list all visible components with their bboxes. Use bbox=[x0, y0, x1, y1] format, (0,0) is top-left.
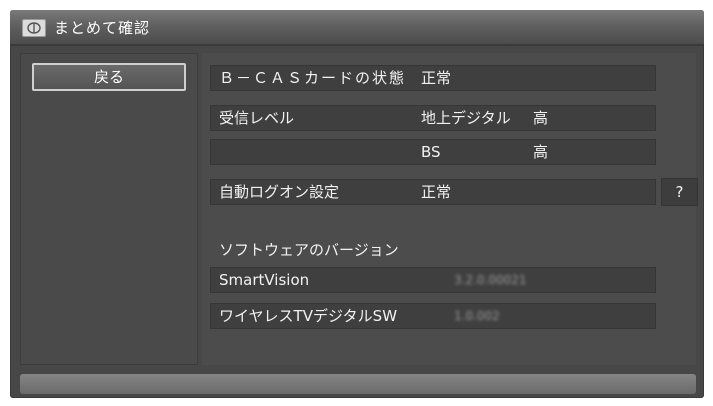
signal-level-row: 受信レベル 地上デジタル 高 bbox=[210, 105, 656, 131]
autologon-value: 正常 bbox=[421, 183, 452, 201]
signal-label: 受信レベル bbox=[219, 109, 295, 127]
disc-icon bbox=[22, 19, 46, 37]
autologon-label: 自動ログオン設定 bbox=[219, 183, 340, 201]
bcas-value: 正常 bbox=[421, 69, 452, 87]
signal-bs-row: BS 高 bbox=[210, 139, 656, 165]
version-value: 1.0.002 bbox=[454, 309, 500, 323]
sidebar: 戻る bbox=[20, 53, 198, 365]
version-name: ワイヤレスTVデジタルSW bbox=[219, 307, 398, 325]
autologon-row: 自動ログオン設定 正常 bbox=[210, 179, 656, 205]
version-row: ワイヤレスTVデジタルSW 1.0.002 bbox=[210, 303, 656, 329]
status-bar bbox=[20, 374, 696, 394]
signal-type-bs: BS bbox=[421, 143, 441, 161]
dialog-window: まとめて確認 戻る Ｂ－ＣＡＳカードの状態 正常 受信レベル 地上デジタル 高 … bbox=[10, 10, 704, 398]
bcas-status-row: Ｂ－ＣＡＳカードの状態 正常 bbox=[210, 65, 656, 91]
signal-level-terrestrial: 高 bbox=[533, 109, 549, 127]
signal-type-terrestrial: 地上デジタル bbox=[421, 109, 511, 127]
version-name: SmartVision bbox=[219, 271, 310, 289]
version-row: SmartVision 3.2.0.00021 bbox=[210, 267, 656, 293]
title-bar: まとめて確認 bbox=[10, 10, 704, 46]
bcas-label: Ｂ－ＣＡＳカードの状態 bbox=[219, 69, 407, 87]
back-button[interactable]: 戻る bbox=[32, 63, 186, 91]
status-panel: Ｂ－ＣＡＳカードの状態 正常 受信レベル 地上デジタル 高 BS 高 自動ログオ… bbox=[202, 53, 698, 365]
window-title: まとめて確認 bbox=[54, 19, 151, 37]
version-value: 3.2.0.00021 bbox=[454, 273, 527, 287]
signal-level-bs: 高 bbox=[533, 143, 549, 161]
help-button[interactable]: ? bbox=[661, 178, 698, 206]
version-heading: ソフトウェアのバージョン bbox=[219, 241, 399, 259]
